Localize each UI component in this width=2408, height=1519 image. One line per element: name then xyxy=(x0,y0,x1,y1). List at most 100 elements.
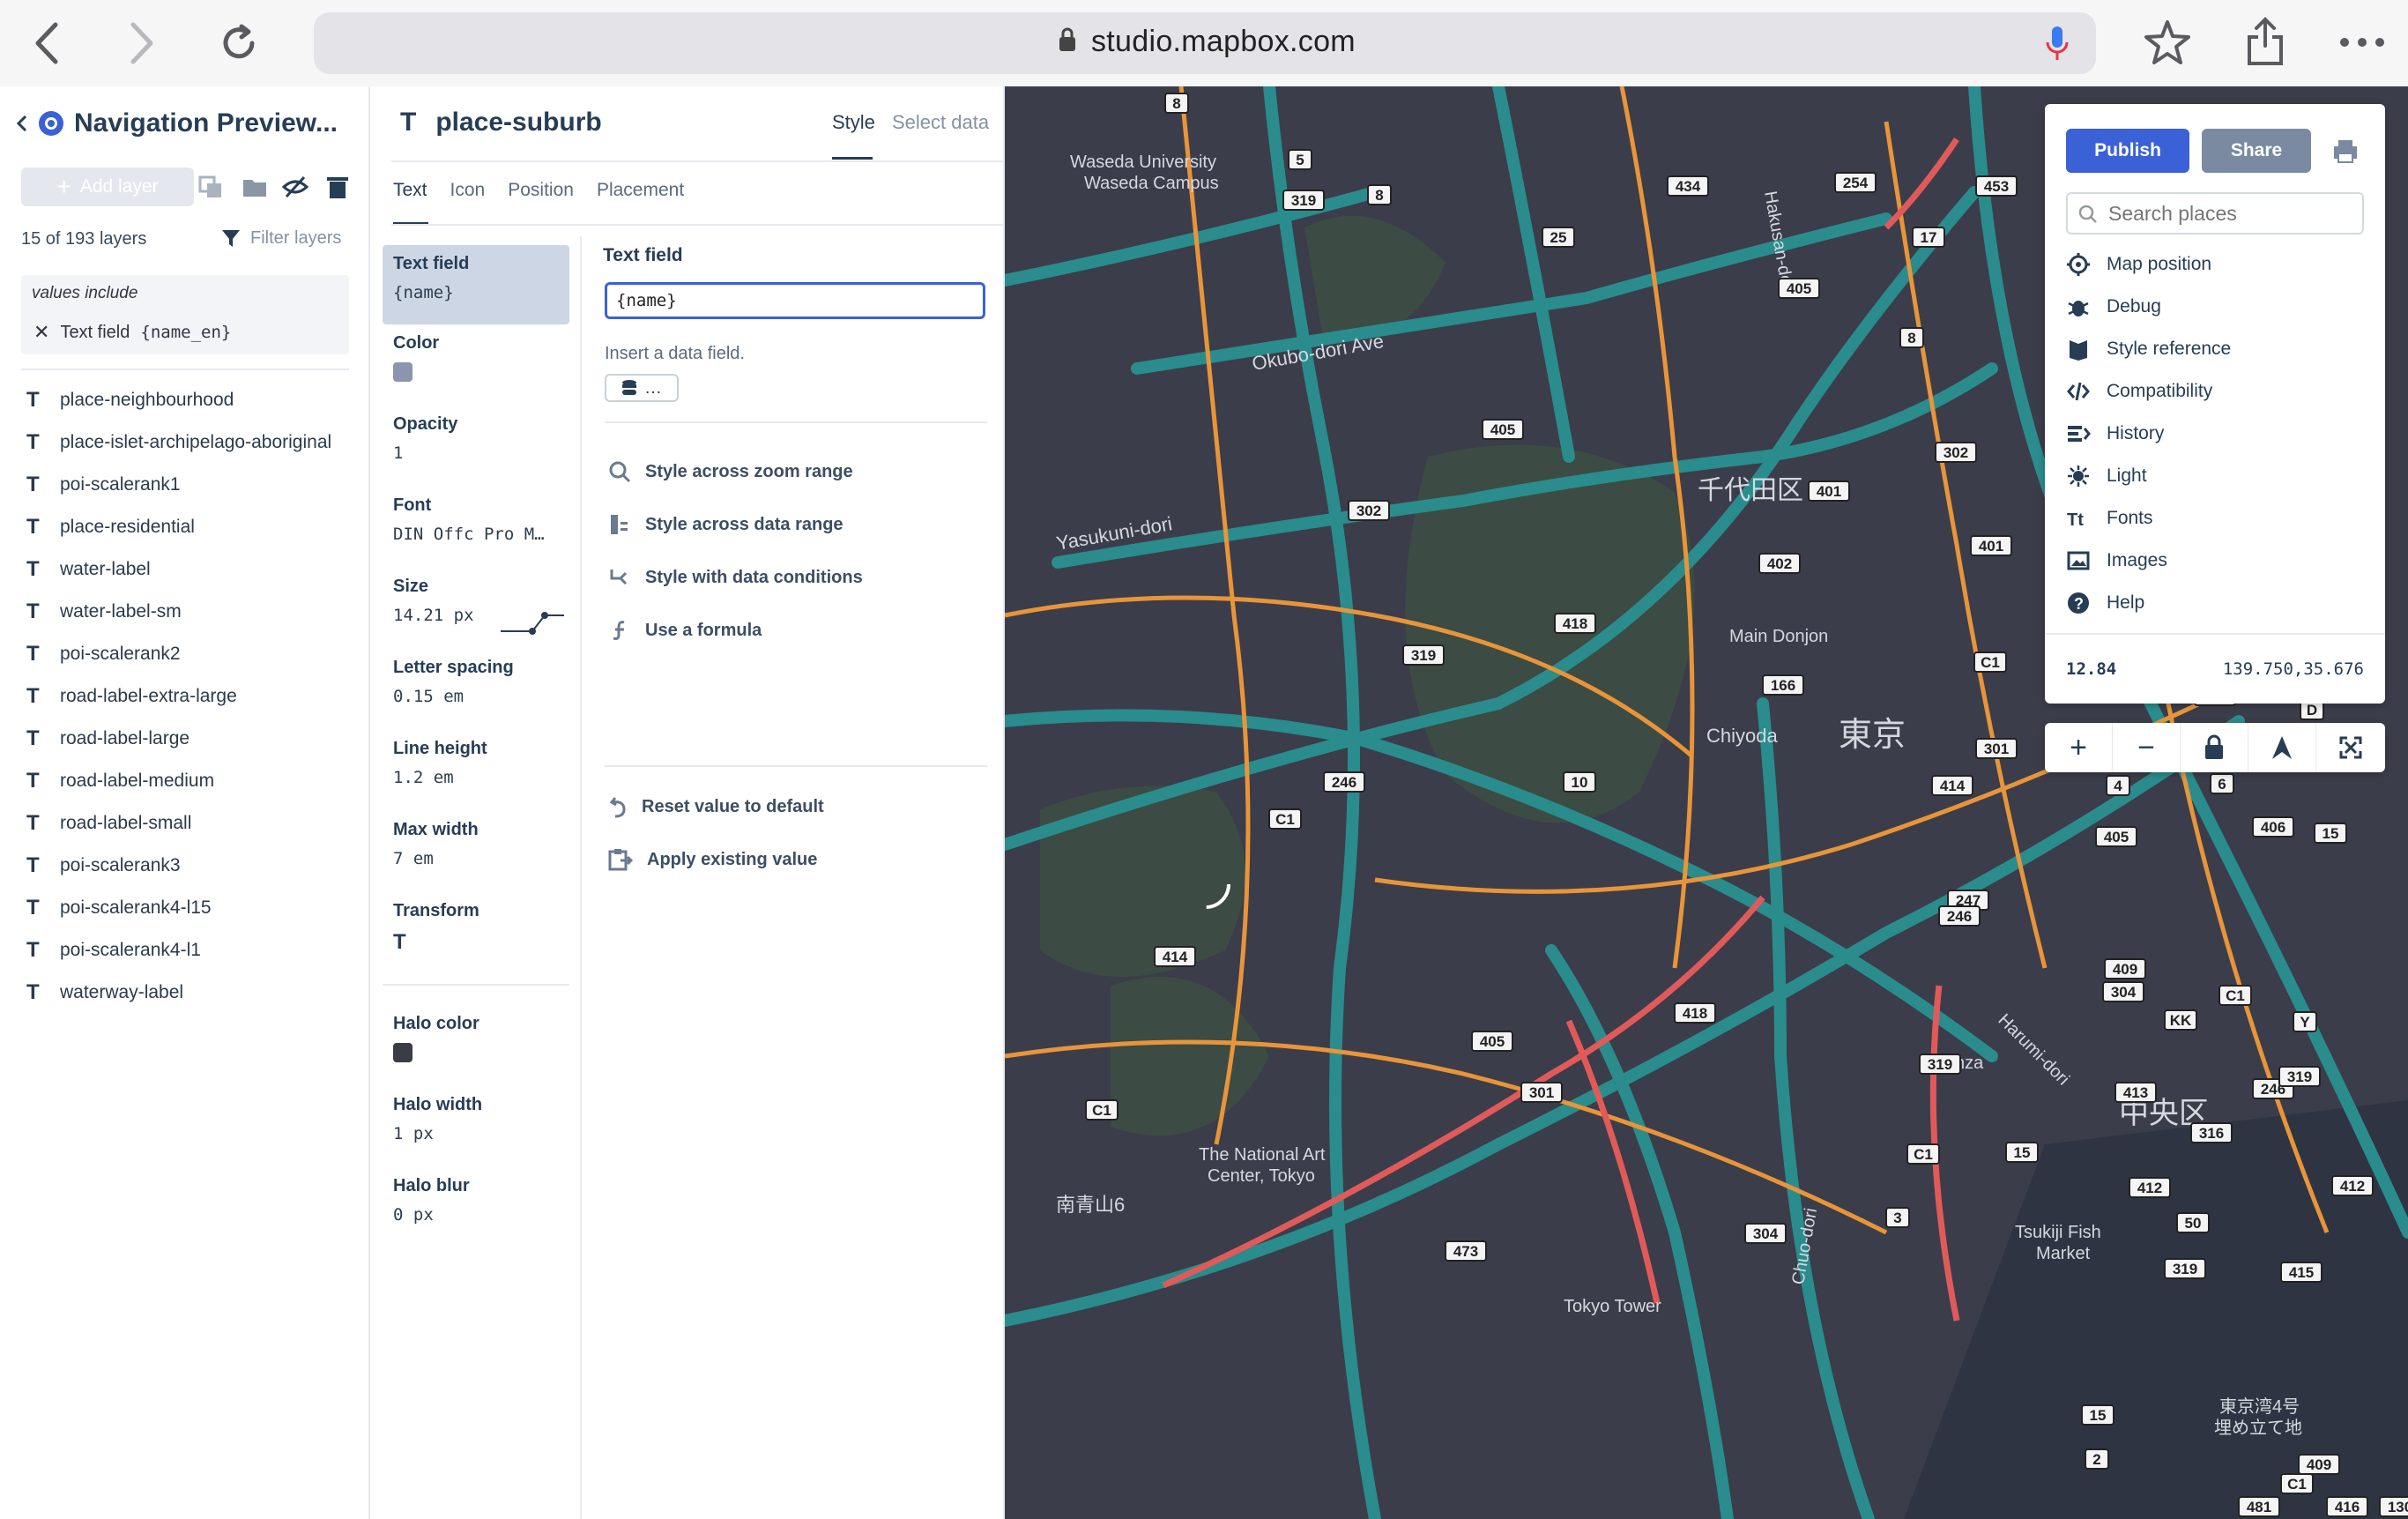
layer-list-item[interactable]: Tplace-neighbourhood xyxy=(26,379,361,421)
divider xyxy=(21,369,349,370)
zoom-in-button[interactable]: + xyxy=(2045,723,2113,772)
layer-list-item[interactable]: Tpoi-scalerank4-l1 xyxy=(26,929,361,972)
fullscreen-button[interactable] xyxy=(2316,723,2384,772)
prop-line-height[interactable]: Line height 1.2 em xyxy=(383,730,569,811)
layer-name: poi-scalerank4-l15 xyxy=(60,897,212,918)
hide-layer-icon[interactable] xyxy=(282,175,308,199)
route-shield: 17 xyxy=(1912,227,1945,248)
action-label: Use a formula xyxy=(645,620,762,640)
menu-fonts[interactable]: Tt Fonts xyxy=(2066,506,2153,531)
layer-list-item[interactable]: Twater-label xyxy=(26,548,361,591)
reload-icon[interactable] xyxy=(208,16,270,71)
duplicate-layer-icon[interactable] xyxy=(197,175,224,199)
compass-button[interactable] xyxy=(2248,723,2316,772)
prop-max-width[interactable]: Max width 7 em xyxy=(383,811,569,892)
remove-filter-icon[interactable]: ✕ xyxy=(33,321,49,344)
menu-history[interactable]: History xyxy=(2066,421,2164,446)
style-across-data-range-button[interactable]: Style across data range xyxy=(608,513,844,536)
route-shield: 401 xyxy=(1970,535,2012,556)
lock-map-button[interactable] xyxy=(2181,723,2248,772)
publish-button[interactable]: Publish xyxy=(2066,129,2189,173)
layer-list-item[interactable]: Tpoi-scalerank1 xyxy=(26,464,361,506)
search-input[interactable] xyxy=(2107,199,2353,227)
property-list: Text field {name} Color Opacity 1 Font D… xyxy=(383,245,569,1248)
layer-name[interactable]: place-suburb xyxy=(435,108,601,138)
share-button[interactable]: Share xyxy=(2202,129,2311,173)
route-shield-label: 319 xyxy=(2173,1261,2197,1277)
prop-letter-spacing[interactable]: Letter spacing 0.15 em xyxy=(383,649,569,730)
bookmark-star-icon[interactable] xyxy=(2144,19,2191,65)
subtab-icon[interactable]: Icon xyxy=(450,180,486,201)
menu-images[interactable]: Images xyxy=(2066,548,2167,573)
menu-help[interactable]: ? Help xyxy=(2066,591,2144,615)
trash-icon[interactable] xyxy=(324,175,351,199)
route-shield-label: 246 xyxy=(1947,908,1972,925)
menu-label: Light xyxy=(2107,465,2147,486)
more-icon[interactable] xyxy=(2337,35,2387,49)
layer-list-item[interactable]: Twater-label-sm xyxy=(26,591,361,633)
route-shield: 304 xyxy=(2102,981,2144,1002)
route-shield: 319 xyxy=(1282,190,1325,211)
route-shield: Y xyxy=(2293,1011,2317,1032)
route-shield: 406 xyxy=(2252,816,2294,838)
menu-light[interactable]: Light xyxy=(2066,464,2147,488)
layer-list-item[interactable]: Tplace-islet-archipelago-aboriginal xyxy=(26,421,361,464)
layer-list-item[interactable]: Troad-label-extra-large xyxy=(26,675,361,718)
microphone-icon[interactable] xyxy=(2045,25,2070,62)
layer-list-item[interactable]: Tpoi-scalerank3 xyxy=(26,845,361,887)
layer-name: place-residential xyxy=(60,517,195,537)
prop-color[interactable]: Color xyxy=(383,324,569,406)
chevron-left-icon[interactable] xyxy=(16,114,28,133)
tab-style[interactable]: Style xyxy=(832,111,875,134)
layer-properties-panel: T place-suburb Style Select data Text Ic… xyxy=(372,86,1005,1519)
route-shield-label: 418 xyxy=(1683,1005,1707,1022)
menu-map-position[interactable]: Map position xyxy=(2066,252,2211,277)
route-shield: 246 xyxy=(1938,905,1981,927)
layer-list-item[interactable]: Tpoi-scalerank4-l15 xyxy=(26,887,361,929)
layer-list-item[interactable]: Troad-label-small xyxy=(26,802,361,845)
style-across-zoom-range-button[interactable]: Style across zoom range xyxy=(608,460,853,483)
print-icon[interactable] xyxy=(2332,138,2359,164)
use-a-formula-button[interactable]: Use a formula xyxy=(608,619,762,642)
route-shield: 304 xyxy=(1744,1223,1787,1244)
menu-style-reference[interactable]: Style reference xyxy=(2066,337,2231,361)
prop-halo-width[interactable]: Halo width 1 px xyxy=(383,1086,569,1167)
filter-layers-button[interactable]: Filter layers xyxy=(220,227,341,249)
zoom-out-button[interactable]: − xyxy=(2113,723,2181,772)
share-icon[interactable] xyxy=(2246,16,2285,67)
prop-halo-color[interactable]: Halo color xyxy=(383,1005,569,1086)
text-field-input[interactable] xyxy=(605,282,985,319)
tab-select-data[interactable]: Select data xyxy=(892,111,989,134)
map-label-tokyowan-2: 埋め立て地 xyxy=(2214,1418,2302,1438)
forward-icon[interactable] xyxy=(111,16,173,71)
subtab-text[interactable]: Text xyxy=(393,180,427,201)
back-icon[interactable] xyxy=(16,16,78,71)
prop-text-field[interactable]: Text field {name} xyxy=(383,245,569,324)
layer-list-item[interactable]: Tplace-residential xyxy=(26,506,361,548)
subtab-placement[interactable]: Placement xyxy=(597,180,684,201)
route-shield: 412 xyxy=(2129,1177,2171,1198)
prop-font[interactable]: Font DIN Offc Pro M… xyxy=(383,487,569,568)
layer-list-item[interactable]: Twaterway-label xyxy=(26,972,361,1014)
menu-compatibility[interactable]: Compatibility xyxy=(2066,379,2212,404)
layer-list-item[interactable]: Troad-label-medium xyxy=(26,760,361,802)
style-title[interactable]: Navigation Preview... xyxy=(74,108,338,138)
subtab-position[interactable]: Position xyxy=(508,180,574,201)
prop-opacity[interactable]: Opacity 1 xyxy=(383,406,569,487)
search-places-field[interactable] xyxy=(2066,192,2364,235)
layer-list-item[interactable]: Troad-label-large xyxy=(26,718,361,760)
layer-list-item[interactable]: Tpoi-scalerank2 xyxy=(26,633,361,675)
apply-existing-value-button[interactable]: Apply existing value xyxy=(608,848,817,871)
reset-value-button[interactable]: Reset value to default xyxy=(608,795,824,818)
menu-debug[interactable]: Debug xyxy=(2066,294,2161,319)
prop-value: 0 px xyxy=(393,1205,434,1225)
route-shield: 401 xyxy=(1808,480,1850,502)
route-shield: C1 xyxy=(1973,652,2007,673)
insert-data-field-button[interactable]: … xyxy=(605,374,679,402)
prop-halo-blur[interactable]: Halo blur 0 px xyxy=(383,1167,569,1248)
style-with-data-conditions-button[interactable]: Style with data conditions xyxy=(608,566,863,589)
folder-icon[interactable] xyxy=(242,175,268,199)
add-layer-button[interactable]: + Add layer xyxy=(21,168,194,206)
prop-size[interactable]: Size 14.21 px xyxy=(383,568,569,649)
prop-transform[interactable]: Transform T xyxy=(383,892,569,987)
